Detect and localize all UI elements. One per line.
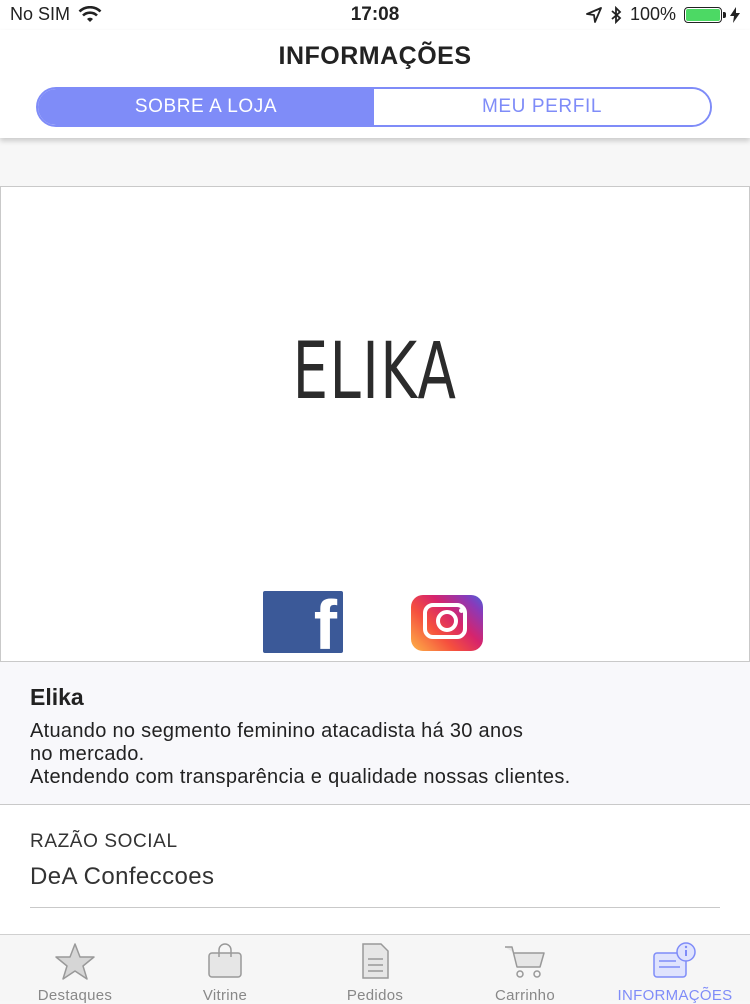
document-list-icon bbox=[362, 943, 389, 979]
instagram-dot bbox=[459, 608, 464, 613]
shopping-bag-icon bbox=[208, 943, 242, 978]
divider bbox=[30, 907, 720, 908]
tab-label: Carrinho bbox=[495, 987, 555, 1004]
cart-icon bbox=[505, 946, 545, 978]
status-bar: No SIM 17:08 100% bbox=[0, 0, 750, 30]
tab-label: Pedidos bbox=[346, 987, 404, 1004]
razao-social-label: RAZÃO SOCIAL bbox=[30, 831, 178, 852]
company-details: RAZÃO SOCIAL DeA Confeccoes bbox=[0, 804, 750, 935]
tab-meu-perfil[interactable]: MEU PERFIL bbox=[374, 89, 710, 125]
store-info: Elika Atuando no segmento feminino ataca… bbox=[0, 662, 750, 804]
tab-sobre-a-loja[interactable]: SOBRE A LOJA bbox=[38, 89, 374, 125]
tab-label: Destaques bbox=[37, 987, 113, 1004]
battery-icon bbox=[684, 6, 726, 23]
store-banner-card: ELIKA f bbox=[0, 186, 750, 664]
tab-carrinho[interactable]: Carrinho bbox=[450, 935, 600, 1004]
store-description: Atuando no segmento feminino atacadista … bbox=[30, 720, 571, 788]
instagram-icon[interactable] bbox=[411, 595, 483, 651]
battery-fill bbox=[686, 8, 720, 21]
page-title: INFORMAÇÕES bbox=[278, 42, 472, 70]
tab-destaques[interactable]: Destaques bbox=[0, 935, 150, 1004]
star-icon bbox=[55, 943, 95, 980]
facebook-icon[interactable]: f bbox=[263, 586, 343, 664]
tab-bar: Destaques Vitrine Pedidos Carrinho INFOR… bbox=[0, 934, 750, 1004]
tab-label: Vitrine bbox=[202, 987, 248, 1004]
tab-vitrine[interactable]: Vitrine bbox=[150, 935, 300, 1004]
tab-label: INFORMAÇÕES bbox=[617, 987, 733, 1004]
page-header: INFORMAÇÕES SOBRE A LOJA MEU PERFIL bbox=[0, 30, 750, 138]
battery-percent: 100% bbox=[629, 4, 676, 24]
instagram-lens bbox=[436, 610, 458, 632]
bluetooth-icon bbox=[611, 5, 622, 24]
store-logo: ELIKA bbox=[292, 327, 458, 417]
razao-social-value: DeA Confeccoes bbox=[30, 863, 215, 890]
segmented-control: SOBRE A LOJA MEU PERFIL bbox=[36, 87, 712, 127]
status-right: 100% bbox=[586, 4, 740, 25]
location-arrow-icon bbox=[586, 6, 602, 23]
info-icon bbox=[653, 942, 696, 978]
tab-pedidos[interactable]: Pedidos bbox=[300, 935, 450, 1004]
store-name: Elika bbox=[30, 684, 84, 710]
charging-bolt-icon bbox=[730, 6, 740, 23]
tab-informacoes[interactable]: INFORMAÇÕES bbox=[600, 935, 750, 1004]
